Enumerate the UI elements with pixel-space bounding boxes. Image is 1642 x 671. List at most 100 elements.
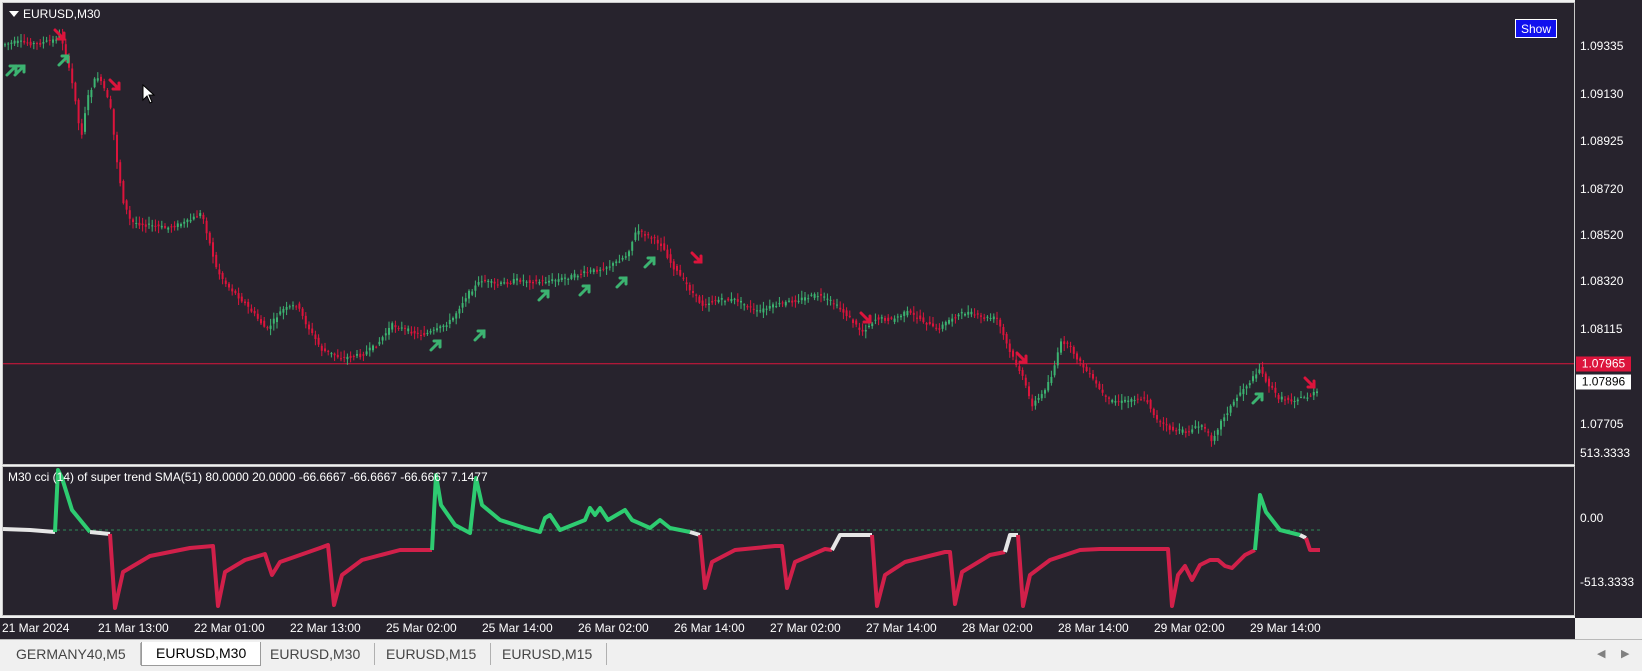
candle-body [656,239,659,244]
candle-body [1101,389,1104,393]
chart-tab[interactable]: EURUSD,M30 [256,643,376,665]
price-tick-label: 1.08925 [1580,134,1624,149]
cci-line-segment [108,533,432,610]
candle-body [77,99,80,124]
candle-body [292,305,294,307]
candle-body [359,353,362,358]
time-axis[interactable]: 21 Mar 2024 21 Mar 13:00 22 Mar 01:00 22 Ma… [0,618,1575,639]
candle-body [1239,392,1242,396]
candle-body [298,303,301,309]
candle-body [263,320,266,327]
candle-body [1162,422,1165,424]
candle-body [733,298,736,300]
candle-body [183,221,186,224]
candle-body [615,261,618,264]
candle-body [256,313,259,319]
candle-body [1194,426,1197,428]
candle-body [906,310,909,316]
candle-body [1092,373,1094,379]
indicator-canvas[interactable] [3,467,1574,615]
buy-signal-arrow-icon [537,289,550,302]
candle-body [468,290,470,299]
candle-body [461,303,464,308]
chart-tab[interactable]: GERMANY40,M5 [2,643,141,665]
candle-body [4,44,6,46]
arrow-shape [643,256,656,269]
candle-body [432,329,435,331]
candle-body [730,298,733,302]
candle-body [192,216,195,220]
time-tick-label: 22 Mar 01:00 [194,621,265,635]
candle-body [1066,342,1069,344]
candle-body [557,279,560,282]
candle-body [1316,391,1318,394]
tab-scroll-left-icon[interactable]: ◀ [1597,647,1605,660]
time-tick-label: 26 Mar 02:00 [578,621,649,635]
candle-body [986,316,989,318]
indicator-pane[interactable]: M30 cci (14) of super trend SMA(51) 80.0… [2,466,1575,616]
candle-body [493,281,496,284]
candle-body [301,308,304,316]
price-chart-canvas[interactable] [3,3,1574,464]
candle-body [778,303,781,305]
candle-body [336,354,339,358]
time-tick-label: 29 Mar 02:00 [1154,621,1225,635]
candle-body [295,306,298,308]
candle-body [455,313,458,319]
candle-body [858,327,861,330]
candle-body [541,280,544,282]
candle-body [471,291,474,295]
candle-body [551,279,554,282]
time-tick-label: 28 Mar 02:00 [962,621,1033,635]
candle-body [794,299,797,303]
candle-body [960,312,963,314]
candle-body [679,269,682,276]
candle-body [925,322,928,325]
candle-body [1047,381,1050,391]
candle-body [324,348,326,352]
arrow-shape [429,339,442,352]
candle-body [1098,383,1101,390]
candle-body [397,328,400,330]
candle-body [1264,373,1267,382]
price-chart-pane[interactable]: EURUSD,M30 Show [2,2,1575,465]
collapse-triangle-icon[interactable] [9,11,19,17]
symbol-title[interactable]: EURUSD,M30 [9,7,100,21]
candle-body [106,90,109,98]
candle-body [151,225,154,227]
candle-body [154,225,157,227]
candle-body [628,251,630,257]
tab-scroll-right-icon[interactable]: ▶ [1621,647,1629,660]
candle-body [189,219,192,222]
candle-body [736,299,739,302]
indicator-tick-label: -513.3333 [1580,575,1635,589]
candle-body [967,311,970,315]
candle-body [676,265,678,271]
candle-body [23,40,26,43]
candle-body [1140,399,1142,401]
candle-body [877,317,880,320]
price-axis[interactable]: 1.09335 1.09130 1.08925 1.08720 1.08520 1.083… [1575,0,1642,618]
candle-body [135,223,138,225]
indicator-tick-label: 513.3333 [1580,446,1631,460]
chart-tab[interactable]: EURUSD,M30 [141,642,262,666]
candle-body [1223,417,1226,422]
show-button[interactable]: Show [1515,19,1557,38]
time-tick-label: 22 Mar 13:00 [290,621,361,635]
candle-body [762,308,765,313]
candle-body [167,227,170,230]
chart-tab[interactable]: EURUSD,M15 [488,643,608,665]
price-tick-label: 1.08320 [1580,274,1624,289]
candle-body [989,318,992,320]
candle-body [452,317,454,321]
candle-body [128,210,131,219]
candle-body [352,356,355,358]
candle-body [608,266,611,268]
candle-body [39,42,42,45]
candle-body [282,308,285,313]
candle-body [7,43,10,45]
candle-body [1143,397,1146,399]
chart-tab[interactable]: EURUSD,M15 [372,643,492,665]
candle-body [330,353,333,355]
candle-body [1130,399,1133,402]
